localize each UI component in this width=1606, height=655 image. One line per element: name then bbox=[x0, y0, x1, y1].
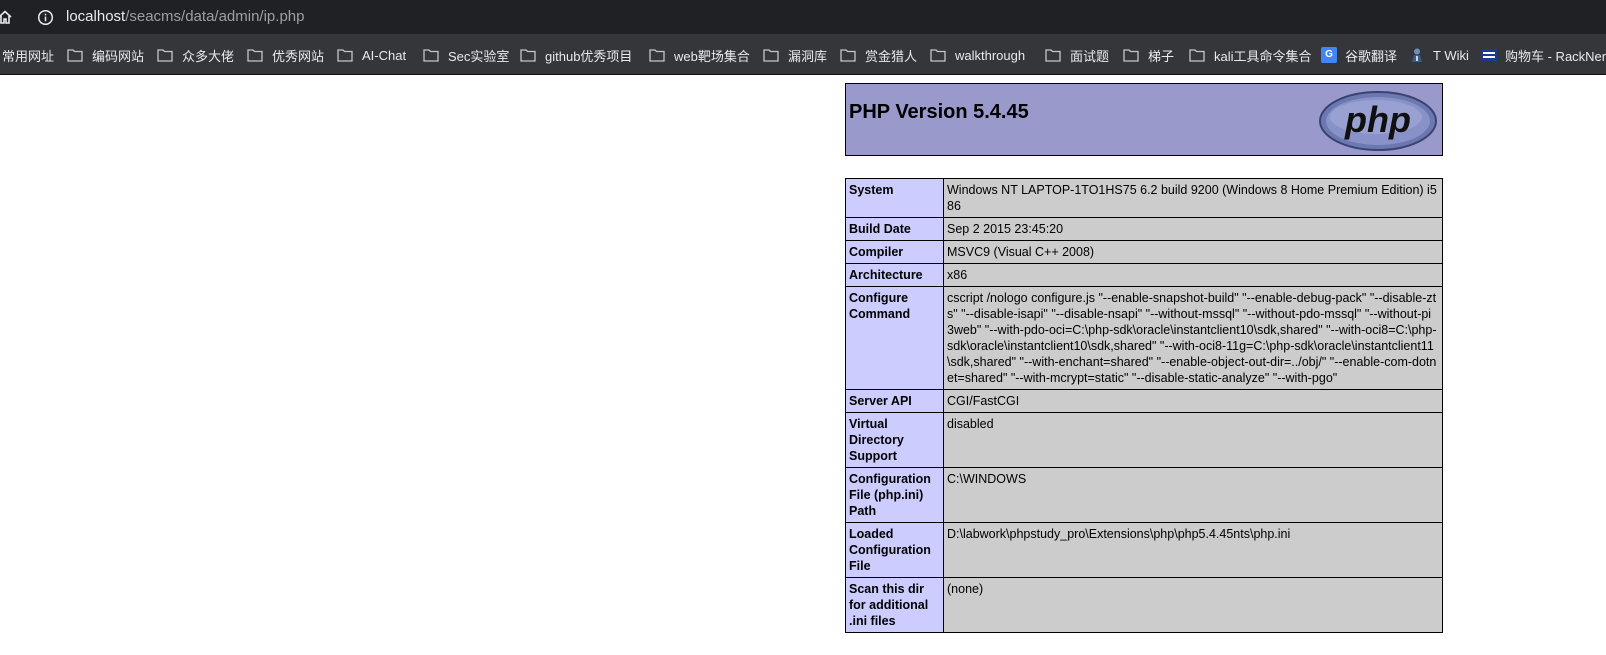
php-logo-text: php bbox=[1344, 99, 1411, 140]
google-translate-icon: G bbox=[1321, 47, 1337, 63]
bookmark-link[interactable]: G 谷歌翻译 bbox=[1321, 45, 1397, 65]
folder-icon bbox=[423, 49, 439, 62]
bookmark-label: 优秀网站 bbox=[272, 48, 325, 64]
bookmark-folder[interactable]: github优秀项目 bbox=[520, 45, 632, 65]
bookmark-label: 赏金猎人 bbox=[865, 48, 918, 64]
row-value: C:\WINDOWS bbox=[943, 467, 1443, 523]
bookmark-folder[interactable]: 众多大佬 bbox=[157, 45, 234, 65]
wiki-icon bbox=[1412, 48, 1422, 62]
address-bar: localhost/seacms/data/admin/ip.php bbox=[0, 0, 1606, 34]
folder-icon bbox=[930, 49, 946, 62]
bookmark-link[interactable]: 购物车 - RackNerd bbox=[1481, 45, 1606, 65]
folder-icon bbox=[840, 49, 856, 62]
table-row: Build Date Sep 2 2015 23:45:20 bbox=[845, 217, 1443, 241]
table-row: Configure Command cscript /nologo config… bbox=[845, 286, 1443, 390]
bookmark-folder[interactable]: web靶场集合 bbox=[649, 45, 750, 65]
table-row: Virtual Directory Support disabled bbox=[845, 412, 1443, 468]
row-value: x86 bbox=[943, 263, 1443, 287]
php-logo[interactable]: php bbox=[1318, 90, 1438, 152]
row-key: Server API bbox=[845, 389, 944, 413]
row-key: Virtual Directory Support bbox=[845, 412, 944, 468]
bookmark-label: 谷歌翻译 bbox=[1345, 48, 1398, 64]
bookmark-label: 常用网址 bbox=[2, 48, 55, 64]
row-key: Loaded Configuration File bbox=[845, 522, 944, 578]
url-path: /seacms/data/admin/ip.php bbox=[125, 8, 305, 25]
racknerd-icon bbox=[1481, 49, 1497, 61]
bookmark-folder[interactable]: Sec实验室 bbox=[423, 45, 509, 65]
bookmark-folder[interactable]: 漏洞库 bbox=[763, 45, 827, 65]
row-key: Configure Command bbox=[845, 286, 944, 390]
folder-icon bbox=[337, 49, 353, 62]
row-key: System bbox=[845, 178, 944, 218]
bookmark-link[interactable]: T Wiki bbox=[1409, 45, 1469, 65]
bookmark-folder[interactable]: 赏金猎人 bbox=[840, 45, 917, 65]
folder-icon bbox=[520, 49, 536, 62]
bookmark-label: kali工具命令集合 bbox=[1214, 48, 1312, 64]
folder-icon bbox=[649, 49, 665, 62]
bookmarks-bar: 常用网址 编码网站 众多大佬 优秀网站 AI-Chat Sec实验室 githu… bbox=[0, 34, 1606, 75]
bookmark-label: 梯子 bbox=[1148, 48, 1175, 64]
site-info-icon[interactable] bbox=[37, 9, 54, 26]
row-key: Architecture bbox=[845, 263, 944, 287]
row-key: Compiler bbox=[845, 240, 944, 264]
bookmark-label: web靶场集合 bbox=[674, 48, 750, 64]
table-row: Compiler MSVC9 (Visual C++ 2008) bbox=[845, 240, 1443, 264]
row-value: cscript /nologo configure.js "--enable-s… bbox=[943, 286, 1443, 390]
row-key: Scan this dir for additional .ini files bbox=[845, 577, 944, 633]
row-value: CGI/FastCGI bbox=[943, 389, 1443, 413]
bookmark-folder[interactable]: 编码网站 bbox=[67, 45, 144, 65]
home-icon[interactable] bbox=[0, 9, 13, 25]
table-row: Server API CGI/FastCGI bbox=[845, 389, 1443, 413]
bookmark-label: T Wiki bbox=[1433, 47, 1469, 63]
table-row: System Windows NT LAPTOP-1TO1HS75 6.2 bu… bbox=[845, 178, 1443, 218]
folder-icon bbox=[763, 49, 779, 62]
row-key: Configuration File (php.ini) Path bbox=[845, 467, 944, 523]
bookmark-folder[interactable]: 面试题 bbox=[1045, 45, 1109, 65]
folder-icon bbox=[157, 49, 173, 62]
row-value: disabled bbox=[943, 412, 1443, 468]
bookmark-folder[interactable]: 优秀网站 bbox=[247, 45, 324, 65]
folder-icon bbox=[1189, 49, 1205, 62]
bookmark-folder[interactable]: walkthrough bbox=[930, 45, 1025, 65]
bookmark-label: 众多大佬 bbox=[182, 48, 235, 64]
folder-icon bbox=[247, 49, 263, 62]
bookmark-folder[interactable]: AI-Chat bbox=[337, 45, 406, 65]
php-version-title: PHP Version 5.4.45 bbox=[849, 101, 1029, 123]
folder-icon bbox=[1045, 49, 1061, 62]
bookmark-folder[interactable]: kali工具命令集合 bbox=[1189, 45, 1312, 65]
row-value: Windows NT LAPTOP-1TO1HS75 6.2 build 920… bbox=[943, 178, 1443, 218]
folder-icon bbox=[67, 49, 83, 62]
bookmark-folder[interactable]: 常用网址 bbox=[2, 45, 54, 65]
url-host: localhost bbox=[66, 8, 126, 25]
bookmark-label: 面试题 bbox=[1070, 48, 1110, 64]
php-version-header: PHP Version 5.4.45 php bbox=[845, 83, 1443, 156]
bookmark-label: 漏洞库 bbox=[788, 48, 828, 64]
row-key: Build Date bbox=[845, 217, 944, 241]
bookmark-label: AI-Chat bbox=[362, 47, 407, 63]
bookmark-label: walkthrough bbox=[955, 47, 1026, 63]
table-row: Loaded Configuration File D:\labwork\php… bbox=[845, 522, 1443, 578]
row-value: Sep 2 2015 23:45:20 bbox=[943, 217, 1443, 241]
table-row: Architecture x86 bbox=[845, 263, 1443, 287]
table-row: Scan this dir for additional .ini files … bbox=[845, 577, 1443, 633]
row-value: D:\labwork\phpstudy_pro\Extensions\php\p… bbox=[943, 522, 1443, 578]
bookmark-label: 编码网站 bbox=[92, 48, 145, 64]
bookmark-label: github优秀项目 bbox=[545, 48, 633, 64]
row-value: MSVC9 (Visual C++ 2008) bbox=[943, 240, 1443, 264]
folder-icon bbox=[1123, 49, 1139, 62]
php-info-table: System Windows NT LAPTOP-1TO1HS75 6.2 bu… bbox=[845, 178, 1443, 633]
bookmark-label: Sec实验室 bbox=[448, 48, 510, 64]
row-value: (none) bbox=[943, 577, 1443, 633]
url-field[interactable]: localhost/seacms/data/admin/ip.php bbox=[66, 8, 304, 25]
table-row: Configuration File (php.ini) Path C:\WIN… bbox=[845, 467, 1443, 523]
bookmark-folder[interactable]: 梯子 bbox=[1123, 45, 1174, 65]
bookmark-label: 购物车 - RackNerd bbox=[1505, 48, 1606, 64]
